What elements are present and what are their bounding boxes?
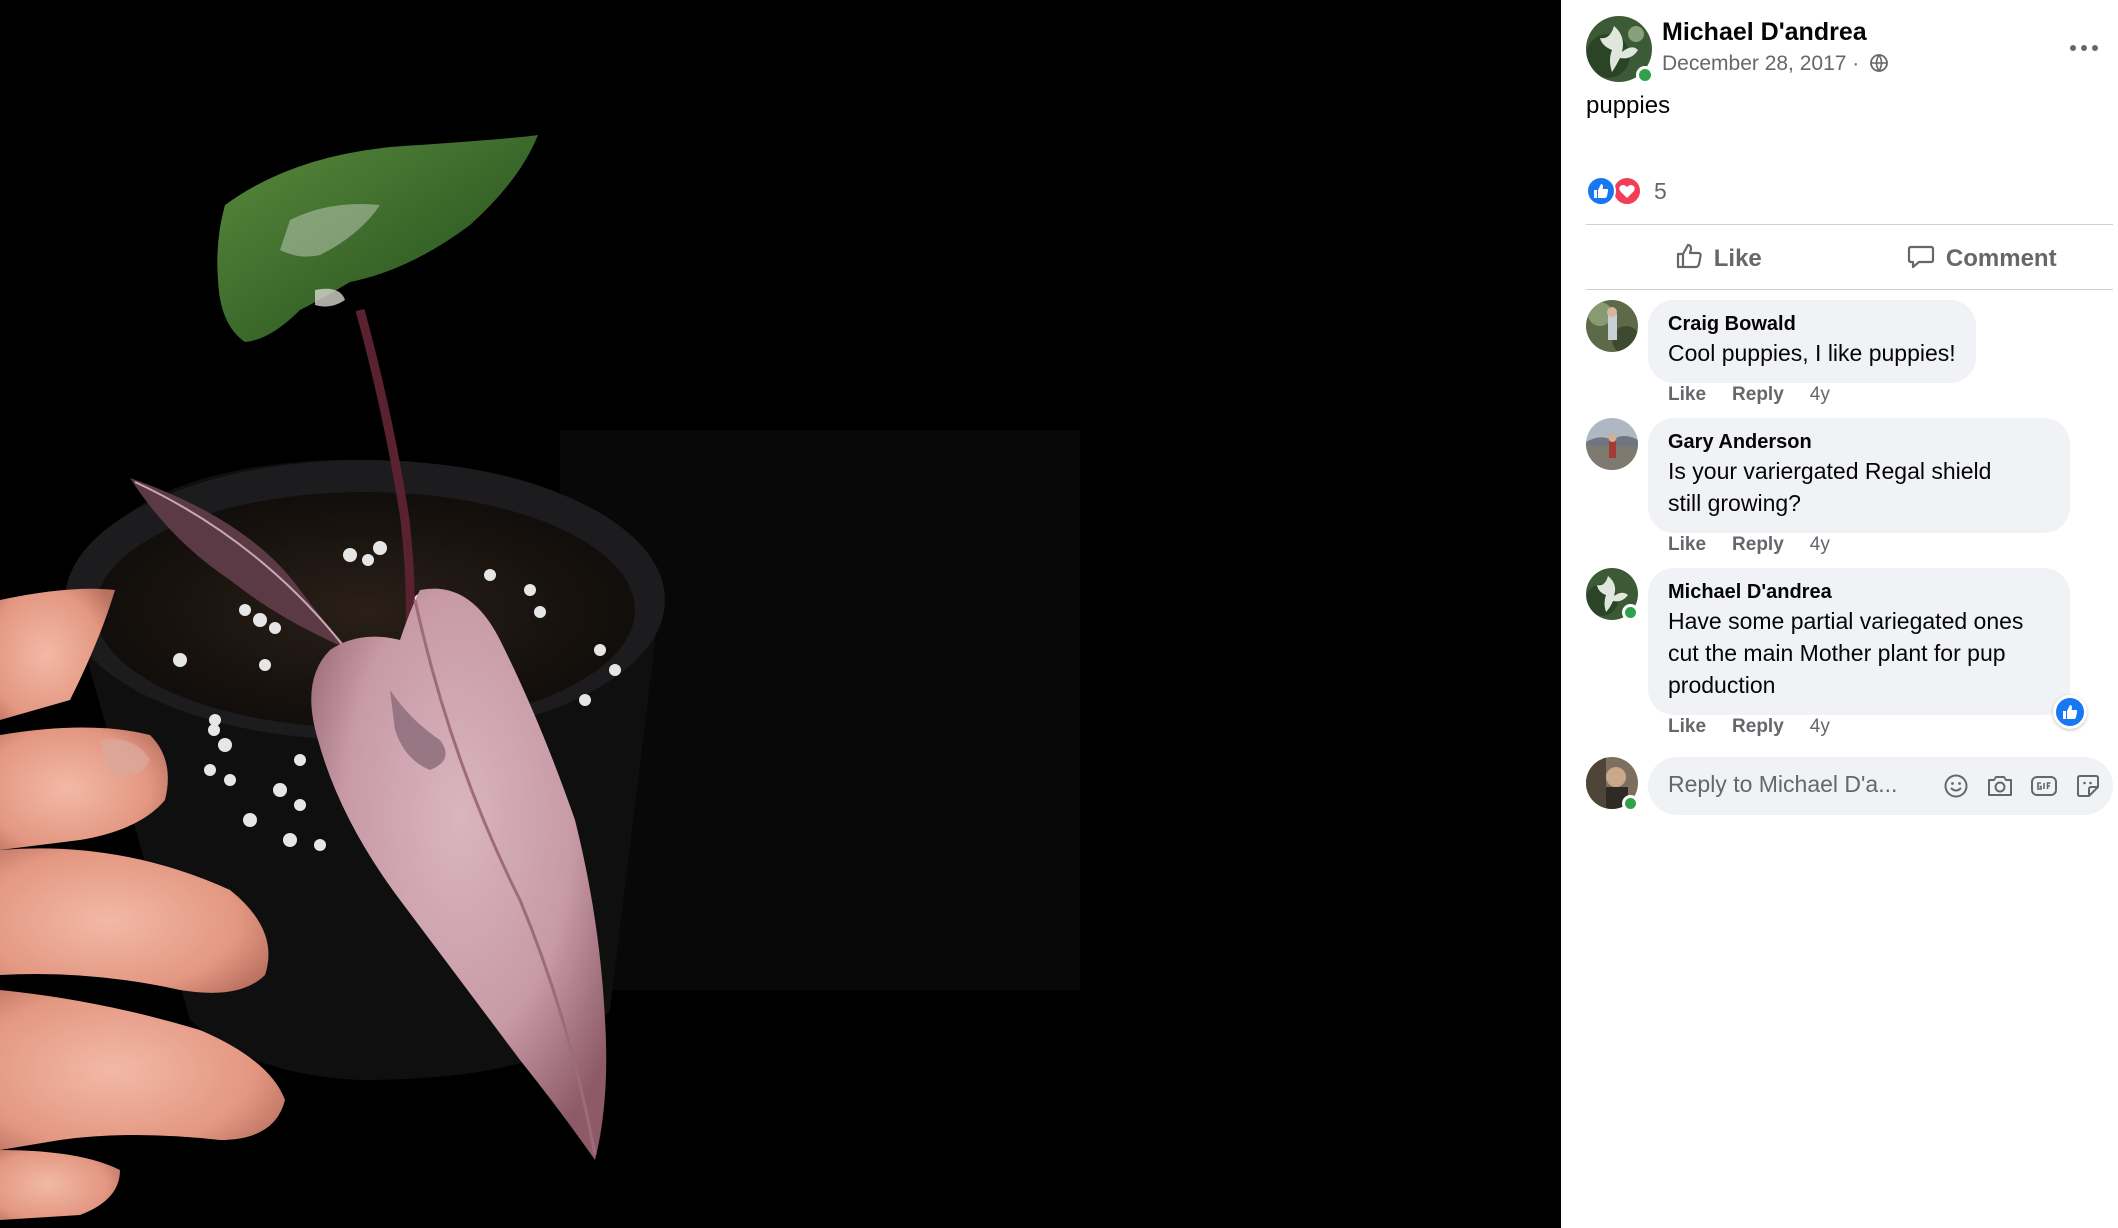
sticker-icon[interactable] — [2073, 771, 2103, 801]
comment-item: Craig Bowald Cool puppies, I like puppie… — [1586, 300, 2113, 408]
gif-icon[interactable] — [2029, 771, 2059, 801]
comment-timestamp[interactable]: 4y — [1810, 534, 1830, 556]
reply-composer: Reply to Michael D'a... — [1586, 757, 2113, 815]
reaction-summary[interactable]: 5 — [1586, 174, 1667, 208]
love-reaction-icon — [1612, 176, 1642, 206]
plant-photo-image — [0, 0, 1561, 1228]
comment-bubble: Michael D'andrea Have some partial varie… — [1648, 568, 2070, 715]
online-status-dot — [1622, 604, 1639, 621]
comment-actions: Like Reply 4y — [1668, 534, 1830, 556]
comment-text: Cool puppies, I like puppies! — [1668, 340, 1956, 366]
post-detail-panel: Michael D'andrea December 28, 2017 · pup… — [1561, 0, 2118, 1228]
comment-reply-link[interactable]: Reply — [1732, 716, 1784, 738]
comment-timestamp[interactable]: 4y — [1810, 384, 1830, 406]
comment-reply-link[interactable]: Reply — [1732, 534, 1784, 556]
emoji-icon[interactable] — [1941, 771, 1971, 801]
like-reaction-icon — [1586, 176, 1616, 206]
reply-toolbar — [1941, 771, 2103, 801]
comment-text-line: still growing? — [1668, 490, 1801, 516]
post-header: Michael D'andrea December 28, 2017 · — [1586, 16, 2106, 84]
like-button[interactable]: Like — [1586, 228, 1850, 290]
comment-item: Gary Anderson Is your variergated Regal … — [1586, 418, 2113, 558]
commenter-avatar[interactable] — [1586, 418, 1638, 470]
globe-icon — [1869, 53, 1889, 79]
commenter-avatar[interactable] — [1586, 300, 1638, 352]
post-action-bar: Like Comment — [1586, 228, 2113, 290]
comment-text-line: Is your variergated Regal shield — [1668, 458, 1992, 484]
comment-reply-link[interactable]: Reply — [1732, 384, 1784, 406]
comment-button[interactable]: Comment — [1850, 228, 2114, 290]
commenter-name[interactable]: Craig Bowald — [1668, 311, 1956, 337]
reply-placeholder: Reply to Michael D'a... — [1668, 771, 1898, 797]
comment-actions: Like Reply 4y — [1668, 384, 1830, 406]
comment-bubble: Craig Bowald Cool puppies, I like puppie… — [1648, 300, 1976, 383]
more-options-icon[interactable] — [2062, 34, 2106, 62]
divider — [1586, 224, 2113, 225]
comment-text-line: production — [1668, 672, 1776, 698]
like-reaction-icon[interactable] — [2053, 695, 2087, 729]
reaction-count: 5 — [1654, 177, 1667, 204]
comment-icon — [1906, 241, 1936, 278]
divider — [1586, 289, 2113, 290]
commenter-name[interactable]: Michael D'andrea — [1668, 579, 2050, 605]
post-author-name[interactable]: Michael D'andrea — [1662, 18, 1867, 47]
camera-icon[interactable] — [1985, 771, 2015, 801]
comment-actions: Like Reply 4y — [1668, 716, 1830, 738]
post-caption: puppies — [1586, 92, 1671, 119]
post-meta: December 28, 2017 · — [1662, 52, 1889, 79]
comment-item: Michael D'andrea Have some partial varie… — [1586, 568, 2113, 740]
online-status-dot — [1622, 795, 1639, 812]
like-button-label: Like — [1713, 245, 1762, 272]
comment-like-link[interactable]: Like — [1668, 384, 1706, 406]
comment-like-link[interactable]: Like — [1668, 716, 1706, 738]
thumbs-up-icon — [1674, 241, 1704, 278]
comment-bubble: Gary Anderson Is your variergated Regal … — [1648, 418, 2070, 533]
comment-timestamp[interactable]: 4y — [1810, 716, 1830, 738]
comment-text-line: Have some partial variegated ones — [1668, 608, 2024, 634]
comment-button-label: Comment — [1945, 245, 2057, 272]
commenter-name[interactable]: Gary Anderson — [1668, 429, 2050, 455]
post-photo[interactable] — [0, 0, 1561, 1228]
post-date[interactable]: December 28, 2017 — [1662, 52, 1846, 75]
comment-text-line: cut the main Mother plant for pup — [1668, 640, 2006, 666]
meta-separator: · — [1852, 52, 1860, 75]
comment-like-link[interactable]: Like — [1668, 534, 1706, 556]
online-status-dot — [1636, 66, 1654, 84]
